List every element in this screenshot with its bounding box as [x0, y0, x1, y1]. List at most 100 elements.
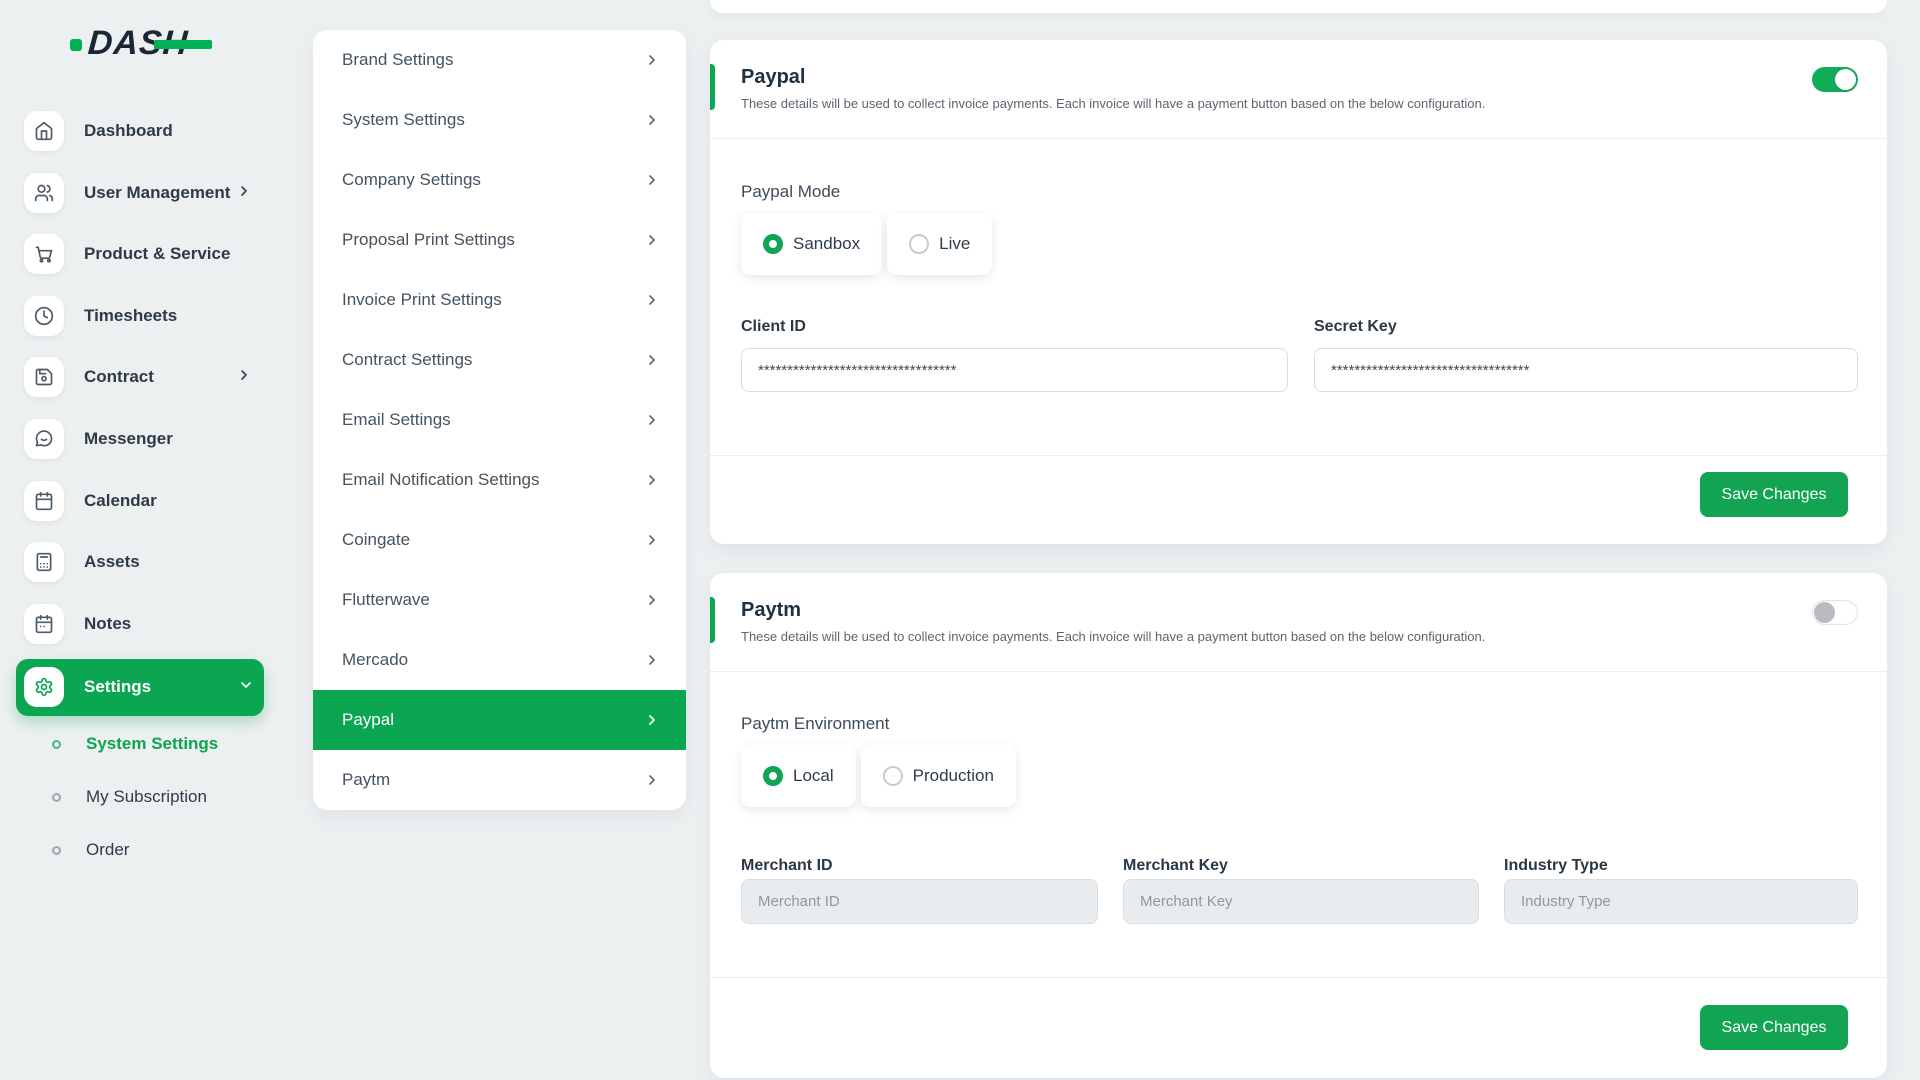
industry-type-input[interactable] [1504, 879, 1858, 924]
menu-item-paypal[interactable]: Paypal [313, 690, 686, 750]
contract-save-icon [24, 357, 64, 397]
paypal-section-description: These details will be used to collect in… [741, 96, 1485, 111]
chevron-right-icon [644, 472, 660, 488]
sidebar: DASH Dashboard User Management Product &… [0, 0, 290, 1080]
menu-item-flutterwave[interactable]: Flutterwave [313, 570, 686, 630]
menu-item-company-settings[interactable]: Company Settings [313, 150, 686, 210]
menu-item-label: Company Settings [342, 170, 481, 190]
bullet-icon [52, 740, 61, 749]
menu-item-system-settings[interactable]: System Settings [313, 90, 686, 150]
sidebar-subitem-label: System Settings [86, 734, 218, 754]
home-icon [24, 111, 64, 151]
menu-item-label: Coingate [342, 530, 410, 550]
menu-item-label: Paytm [342, 770, 390, 790]
menu-item-label: Invoice Print Settings [342, 290, 502, 310]
menu-item-email-settings[interactable]: Email Settings [313, 390, 686, 450]
chat-bubble-icon [24, 419, 64, 459]
sidebar-subitem-label: My Subscription [86, 787, 207, 807]
logo-dash-bar-icon [154, 40, 212, 49]
menu-item-label: System Settings [342, 110, 465, 130]
radio-checked-icon [763, 766, 783, 786]
client-id-label: Client ID [741, 318, 806, 336]
industry-type-label: Industry Type [1504, 857, 1608, 875]
menu-item-invoice-print-settings[interactable]: Invoice Print Settings [313, 270, 686, 330]
calculator-icon [24, 542, 64, 582]
secret-key-input[interactable] [1314, 348, 1858, 392]
sidebar-item-label: User Management [84, 165, 230, 221]
paytm-section-title: Paytm [741, 599, 801, 622]
sidebar-item-timesheets[interactable]: Timesheets [0, 288, 270, 344]
menu-item-email-notification-settings[interactable]: Email Notification Settings [313, 450, 686, 510]
chevron-right-icon [644, 412, 660, 428]
chevron-right-icon [236, 183, 256, 203]
paytm-environment-options: Local Production [741, 745, 1016, 807]
sidebar-item-contract[interactable]: Contract [0, 349, 270, 405]
sidebar-item-assets[interactable]: Assets [0, 534, 270, 590]
chevron-right-icon [644, 112, 660, 128]
merchant-key-label: Merchant Key [1123, 857, 1228, 875]
divider [710, 455, 1887, 456]
radio-unchecked-icon [883, 766, 903, 786]
radio-option-label: Local [793, 766, 834, 786]
sidebar-item-label: Notes [84, 596, 131, 652]
menu-item-coingate[interactable]: Coingate [313, 510, 686, 570]
toggle-knob [1814, 602, 1835, 623]
chevron-down-icon [238, 677, 258, 697]
sidebar-item-calendar[interactable]: Calendar [0, 473, 270, 529]
paypal-save-button[interactable]: Save Changes [1700, 472, 1848, 517]
bullet-icon [52, 846, 61, 855]
sidebar-item-dashboard[interactable]: Dashboard [0, 103, 270, 159]
menu-item-label: Proposal Print Settings [342, 230, 515, 250]
sidebar-subitem-label: Order [86, 840, 129, 860]
paytm-save-button[interactable]: Save Changes [1700, 1005, 1848, 1050]
settings-menu: Brand Settings System Settings Company S… [313, 30, 686, 810]
sidebar-item-label: Contract [84, 349, 154, 405]
paypal-section: Paypal These details will be used to col… [710, 40, 1887, 544]
chevron-right-icon [644, 52, 660, 68]
radio-option-sandbox[interactable]: Sandbox [741, 213, 882, 275]
menu-item-label: Mercado [342, 650, 408, 670]
merchant-id-input[interactable] [741, 879, 1098, 924]
radio-option-local[interactable]: Local [741, 745, 856, 807]
cart-icon [24, 234, 64, 274]
menu-item-label: Email Settings [342, 410, 451, 430]
sidebar-item-label: Calendar [84, 473, 157, 529]
menu-item-proposal-print-settings[interactable]: Proposal Print Settings [313, 210, 686, 270]
sidebar-subitem-order[interactable]: Order [0, 835, 270, 865]
paypal-enabled-toggle[interactable] [1812, 67, 1858, 92]
radio-checked-icon [763, 234, 783, 254]
client-id-input[interactable] [741, 348, 1288, 392]
sidebar-subitem-my-subscription[interactable]: My Subscription [0, 782, 270, 812]
radio-option-live[interactable]: Live [887, 213, 992, 275]
menu-item-mercado[interactable]: Mercado [313, 630, 686, 690]
paytm-section: Paytm These details will be used to coll… [710, 573, 1887, 1078]
logo-dot-icon [70, 39, 82, 51]
calendar-icon [24, 481, 64, 521]
sidebar-item-label: Product & Service [84, 226, 230, 282]
chevron-right-icon [236, 367, 256, 387]
radio-option-production[interactable]: Production [861, 745, 1016, 807]
paytm-enabled-toggle[interactable] [1812, 600, 1858, 625]
sidebar-item-settings[interactable]: Settings [16, 659, 264, 716]
sidebar-item-product-service[interactable]: Product & Service [0, 226, 270, 282]
sidebar-item-label: Dashboard [84, 103, 173, 159]
menu-item-paytm[interactable]: Paytm [313, 750, 686, 810]
merchant-id-label: Merchant ID [741, 857, 833, 875]
menu-item-label: Paypal [342, 710, 394, 730]
merchant-key-input[interactable] [1123, 879, 1479, 924]
sidebar-subitem-system-settings[interactable]: System Settings [0, 729, 270, 759]
sidebar-item-label: Settings [84, 659, 151, 715]
bullet-icon [52, 793, 61, 802]
menu-item-contract-settings[interactable]: Contract Settings [313, 330, 686, 390]
brand-logo[interactable]: DASH [70, 22, 230, 66]
chevron-right-icon [644, 712, 660, 728]
previous-card-edge [710, 0, 1887, 13]
sidebar-item-notes[interactable]: Notes [0, 596, 270, 652]
paytm-environment-label: Paytm Environment [741, 714, 889, 734]
radio-option-label: Production [913, 766, 994, 786]
sidebar-item-user-management[interactable]: User Management [0, 165, 270, 221]
radio-option-label: Sandbox [793, 234, 860, 254]
radio-unchecked-icon [909, 234, 929, 254]
sidebar-item-messenger[interactable]: Messenger [0, 411, 270, 467]
menu-item-brand-settings[interactable]: Brand Settings [313, 30, 686, 90]
